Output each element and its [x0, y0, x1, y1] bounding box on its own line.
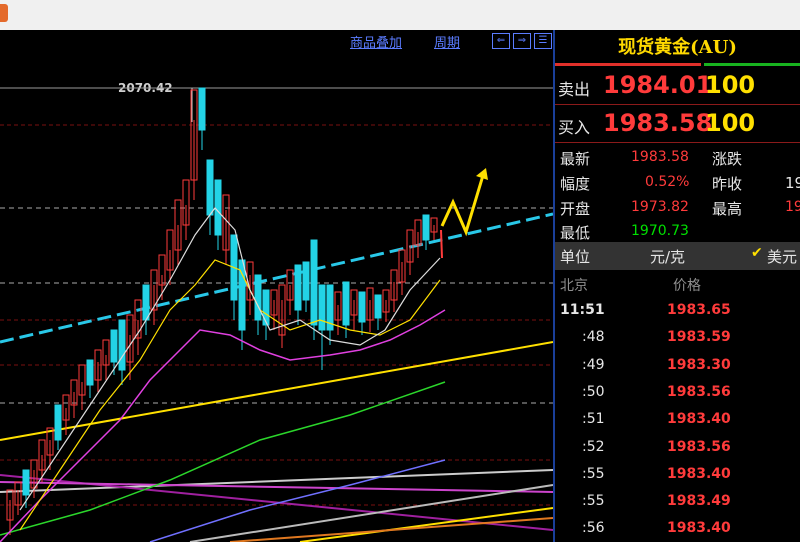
tick-price: 1983.56: [667, 383, 731, 400]
sell-label: 卖出: [558, 80, 591, 99]
candle-body: [206, 159, 214, 216]
candle-body: [110, 329, 118, 363]
candle-body: [86, 359, 94, 386]
app-icon: [0, 4, 8, 22]
tick-price: 1983.30: [667, 356, 731, 373]
chart-canvas: [0, 87, 553, 542]
tick-time: :56: [582, 520, 605, 537]
unit-label: 单位: [560, 248, 591, 266]
stat-label: 幅度: [560, 175, 591, 193]
stat-label: 昨收: [712, 175, 743, 193]
stat-value: 19: [785, 174, 800, 192]
stat-label: 最新: [560, 150, 591, 168]
tick-price: 1983.49: [667, 493, 731, 510]
tick-price: 1983.56: [667, 438, 731, 455]
ticks-time-header: 北京: [560, 278, 588, 294]
candle-body: [22, 469, 30, 496]
candle-body: [374, 294, 382, 319]
buy-volume: 100: [705, 109, 756, 137]
candle-body: [310, 239, 318, 326]
candle-body: [214, 179, 222, 236]
stat-value: 19: [785, 199, 800, 215]
stat-value: 0.52%: [645, 174, 690, 190]
stat-value: 1973.82: [631, 199, 689, 215]
tick-time: :48: [582, 329, 605, 346]
stat-label: 开盘: [560, 200, 591, 218]
tick-price: 1983.40: [667, 411, 731, 428]
instrument-title: 现货黄金(AU): [618, 37, 737, 58]
tick-time: 11:51: [560, 302, 605, 318]
unit-bar: 单位 元/克 ✔ 美元: [555, 242, 800, 270]
resistance-trendline: [0, 212, 553, 344]
buy-price: 1983.58: [603, 109, 713, 137]
unit-option-usd[interactable]: 美元: [767, 246, 797, 267]
stat-value: 1970.73: [631, 223, 689, 239]
tick-time: :55: [582, 493, 605, 510]
checkmark-icon: ✔: [751, 245, 763, 261]
buy-strength-bar: [704, 63, 800, 66]
candle-body: [422, 214, 430, 241]
buy-label: 买入: [558, 118, 591, 137]
sell-volume: 100: [705, 71, 756, 99]
tick-price: 1983.40: [667, 520, 731, 537]
buy-row: 买入 1983.58 100: [555, 106, 800, 143]
window-titlebar: [0, 0, 800, 31]
channel-line: [189, 484, 553, 542]
tick-time: :51: [582, 411, 605, 428]
ma20-line: [0, 309, 446, 542]
tick-price: 1983.40: [667, 465, 731, 482]
tick-price: 1983.65: [667, 302, 731, 318]
tick-price: 1983.59: [667, 329, 731, 346]
channel-line: [229, 517, 553, 542]
ticks-price-header: 价格: [673, 278, 701, 294]
unit-value[interactable]: 元/克: [650, 246, 685, 267]
candle-body: [118, 319, 126, 371]
candle-body: [294, 264, 302, 311]
stat-value: 1983.58: [631, 149, 689, 165]
stat-label: 涨跌: [712, 150, 743, 168]
tick-time: :50: [582, 383, 605, 400]
channel-line: [0, 481, 553, 493]
quote-panel: 现货黄金(AU) 卖出 1984.01 100 买入 1983.58 100 最…: [555, 30, 800, 542]
tick-time: :52: [582, 438, 605, 455]
tick-time: :49: [582, 356, 605, 373]
support-trendline: [0, 341, 553, 441]
sell-row: 卖出 1984.01 100: [555, 68, 800, 105]
projection-path: [440, 171, 486, 237]
tick-time: :55: [582, 465, 605, 482]
channel-line: [299, 507, 553, 542]
candle-body: [342, 281, 350, 326]
candle-body: [198, 87, 206, 131]
candlestick-chart[interactable]: 商品叠加 周期 ⇐ ⇒ ☰ 2070.42: [0, 30, 553, 542]
candle-body: [318, 284, 326, 331]
sell-price: 1984.01: [603, 71, 713, 99]
candle-body: [254, 274, 262, 321]
candle-body: [142, 284, 150, 321]
candle-body: [302, 261, 310, 301]
stat-label: 最低: [560, 224, 591, 242]
candle-body: [262, 289, 270, 326]
channel-line: [0, 469, 553, 493]
stat-label: 最高: [712, 200, 743, 218]
sell-strength-bar: [555, 63, 701, 66]
candle-body: [358, 291, 366, 323]
candle-body: [54, 404, 62, 441]
